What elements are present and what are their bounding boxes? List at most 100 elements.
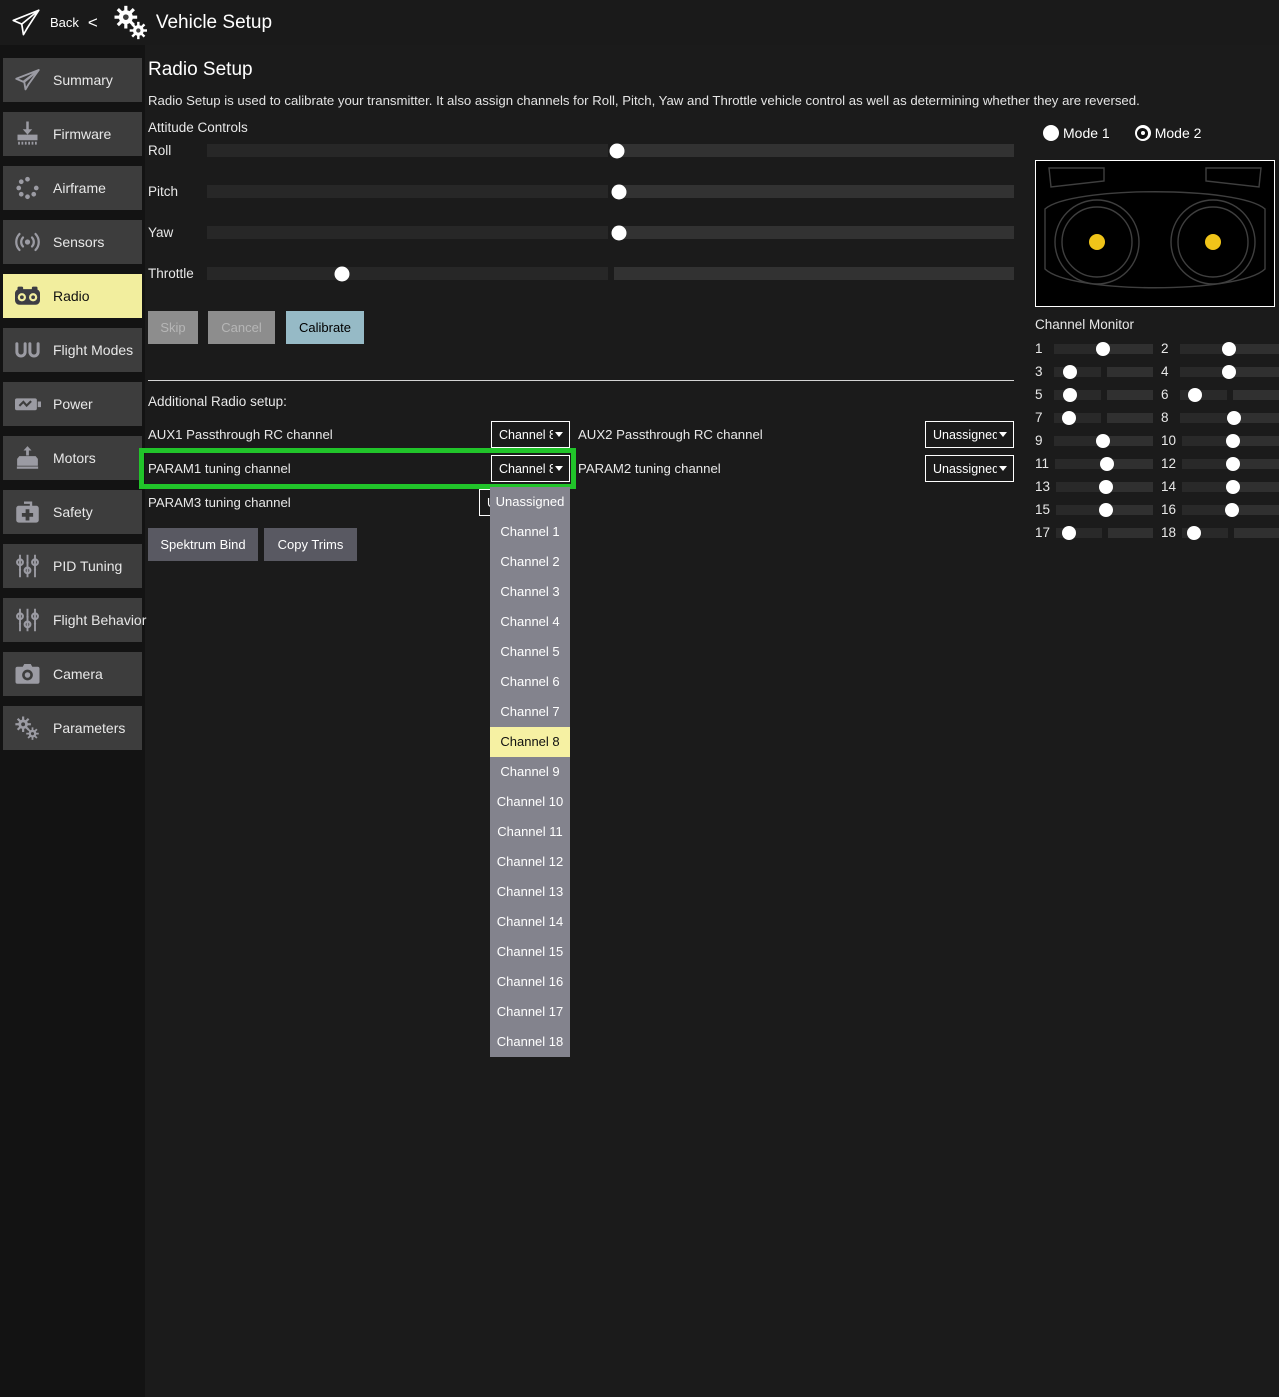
camera-icon: [11, 659, 44, 689]
channel-value-dot: [1188, 388, 1202, 402]
combo-value: Channel 8: [499, 428, 553, 442]
calibrate-button[interactable]: Calibrate: [286, 311, 364, 344]
breadcrumb-separator: <: [88, 13, 98, 33]
roll-slider[interactable]: [207, 144, 1014, 157]
sidebar-item-sensors[interactable]: Sensors: [3, 220, 142, 264]
dropdown-item[interactable]: Channel 5: [490, 637, 570, 667]
back-button[interactable]: Back: [50, 15, 79, 30]
slider-label: Pitch: [148, 184, 207, 199]
sidebar-item-flight-modes[interactable]: Flight Modes: [3, 328, 142, 372]
page-title: Vehicle Setup: [156, 12, 272, 34]
pitch-slider[interactable]: [207, 185, 1014, 198]
section-description: Radio Setup is used to calibrate your tr…: [148, 93, 1140, 108]
param2-channel-combobox[interactable]: Unassigned: [925, 455, 1014, 482]
dropdown-item[interactable]: Channel 8: [490, 727, 570, 757]
sidebar-item-firmware[interactable]: Firmware: [3, 112, 142, 156]
sidebar-item-label: Flight Behavior: [53, 612, 146, 628]
combo-value: Unassigned: [933, 428, 997, 442]
sidebar-item-label: Motors: [53, 450, 96, 466]
channel-value-dot: [1099, 480, 1113, 494]
sidebar-item-motors[interactable]: Motors: [3, 436, 142, 480]
channel-number: 13: [1035, 479, 1050, 494]
channel-number: 11: [1035, 456, 1049, 471]
dropdown-item[interactable]: Channel 2: [490, 547, 570, 577]
sidebar-item-camera[interactable]: Camera: [3, 652, 142, 696]
channel-monitor: 123456789101112131415161718: [1035, 337, 1279, 544]
dropdown-item[interactable]: Channel 16: [490, 967, 570, 997]
aux1-passthrough-label: AUX1 Passthrough RC channel: [148, 421, 333, 448]
channel-monitor-cell: 16: [1161, 502, 1279, 517]
channel-monitor-cell: 13: [1035, 479, 1153, 494]
channel-monitor-cell: 8: [1161, 410, 1279, 425]
sidebar-item-airframe[interactable]: Airframe: [3, 166, 142, 210]
dropdown-item[interactable]: Channel 18: [490, 1027, 570, 1057]
sidebar-item-summary[interactable]: Summary: [3, 58, 142, 102]
slider-thumb[interactable]: [609, 143, 624, 158]
dropdown-item[interactable]: Channel 11: [490, 817, 570, 847]
sidebar-item-label: Power: [53, 396, 93, 412]
dropdown-item[interactable]: Channel 1: [490, 517, 570, 547]
channel-monitor-cell: 9: [1035, 433, 1153, 448]
sidebar-item-power[interactable]: Power: [3, 382, 142, 426]
aux1-channel-combobox[interactable]: Channel 8: [491, 421, 570, 448]
channel-monitor-cell: 14: [1161, 479, 1279, 494]
dropdown-item[interactable]: Channel 3: [490, 577, 570, 607]
aux2-channel-combobox[interactable]: Unassigned: [925, 421, 1014, 448]
yaw-slider[interactable]: [207, 226, 1014, 239]
slider-thumb[interactable]: [611, 184, 626, 199]
dropdown-item[interactable]: Channel 12: [490, 847, 570, 877]
channel-monitor-cell: 2: [1161, 341, 1279, 356]
dropdown-item[interactable]: Channel 10: [490, 787, 570, 817]
dropdown-item[interactable]: Channel 14: [490, 907, 570, 937]
channel-monitor-row: 1516: [1035, 498, 1279, 521]
radio-button-icon: [1043, 125, 1059, 141]
channel-monitor-row: 1112: [1035, 452, 1279, 475]
channel-number: 8: [1161, 410, 1174, 425]
mode-2-radio[interactable]: Mode 2: [1135, 125, 1202, 141]
sidebar-item-label: Sensors: [53, 234, 104, 250]
dropdown-item[interactable]: Channel 13: [490, 877, 570, 907]
sidebar-item-pid-tuning[interactable]: PID Tuning: [3, 544, 142, 588]
flight-modes-icon: [11, 335, 44, 365]
sidebar-item-parameters[interactable]: Parameters: [3, 706, 142, 750]
safety-icon: [11, 497, 44, 527]
dropdown-item[interactable]: Channel 9: [490, 757, 570, 787]
skip-button[interactable]: Skip: [148, 311, 198, 344]
slider-thumb[interactable]: [334, 266, 349, 281]
sidebar-item-label: Summary: [53, 72, 113, 88]
param1-channel-combobox[interactable]: Channel 8: [491, 455, 570, 482]
channel-monitor-bar: [1180, 390, 1279, 400]
radio-icon: [11, 281, 44, 311]
copy-trims-button[interactable]: Copy Trims: [264, 528, 357, 561]
channel-number: 16: [1161, 502, 1176, 517]
mode-1-radio[interactable]: Mode 1: [1043, 125, 1110, 141]
channel-monitor-bar: [1180, 367, 1279, 377]
sidebar-item-radio[interactable]: Radio: [3, 274, 142, 318]
radio-button-icon: [1135, 125, 1151, 141]
dropdown-item[interactable]: Channel 17: [490, 997, 570, 1027]
dropdown-item[interactable]: Channel 15: [490, 937, 570, 967]
throttle-slider[interactable]: [207, 267, 1014, 280]
yaw-slider-row: Yaw: [148, 224, 1014, 241]
sidebar-item-label: Parameters: [53, 720, 125, 736]
sidebar-item-flight-behavior[interactable]: Flight Behavior: [3, 598, 142, 642]
dropdown-item[interactable]: Channel 7: [490, 697, 570, 727]
sensors-icon: [11, 227, 44, 257]
slider-thumb[interactable]: [612, 225, 627, 240]
power-icon: [11, 389, 44, 419]
slider-label: Throttle: [148, 266, 207, 281]
dropdown-item[interactable]: Channel 4: [490, 607, 570, 637]
slider-track: [614, 144, 1015, 157]
dropdown-item[interactable]: Channel 6: [490, 667, 570, 697]
channel-number: 9: [1035, 433, 1048, 448]
channel-monitor-bar: [1056, 482, 1153, 492]
cancel-button[interactable]: Cancel: [208, 311, 275, 344]
sidebar-item-safety[interactable]: Safety: [3, 490, 142, 534]
dropdown-item[interactable]: Unassigned: [490, 487, 570, 517]
channel-value-dot: [1225, 503, 1239, 517]
throttle-slider-row: Throttle: [148, 265, 1014, 282]
channel-value-dot: [1062, 526, 1076, 540]
spektrum-bind-button[interactable]: Spektrum Bind: [148, 528, 258, 561]
channel-monitor-cell: 11: [1035, 456, 1153, 471]
sidebar-item-label: Airframe: [53, 180, 106, 196]
